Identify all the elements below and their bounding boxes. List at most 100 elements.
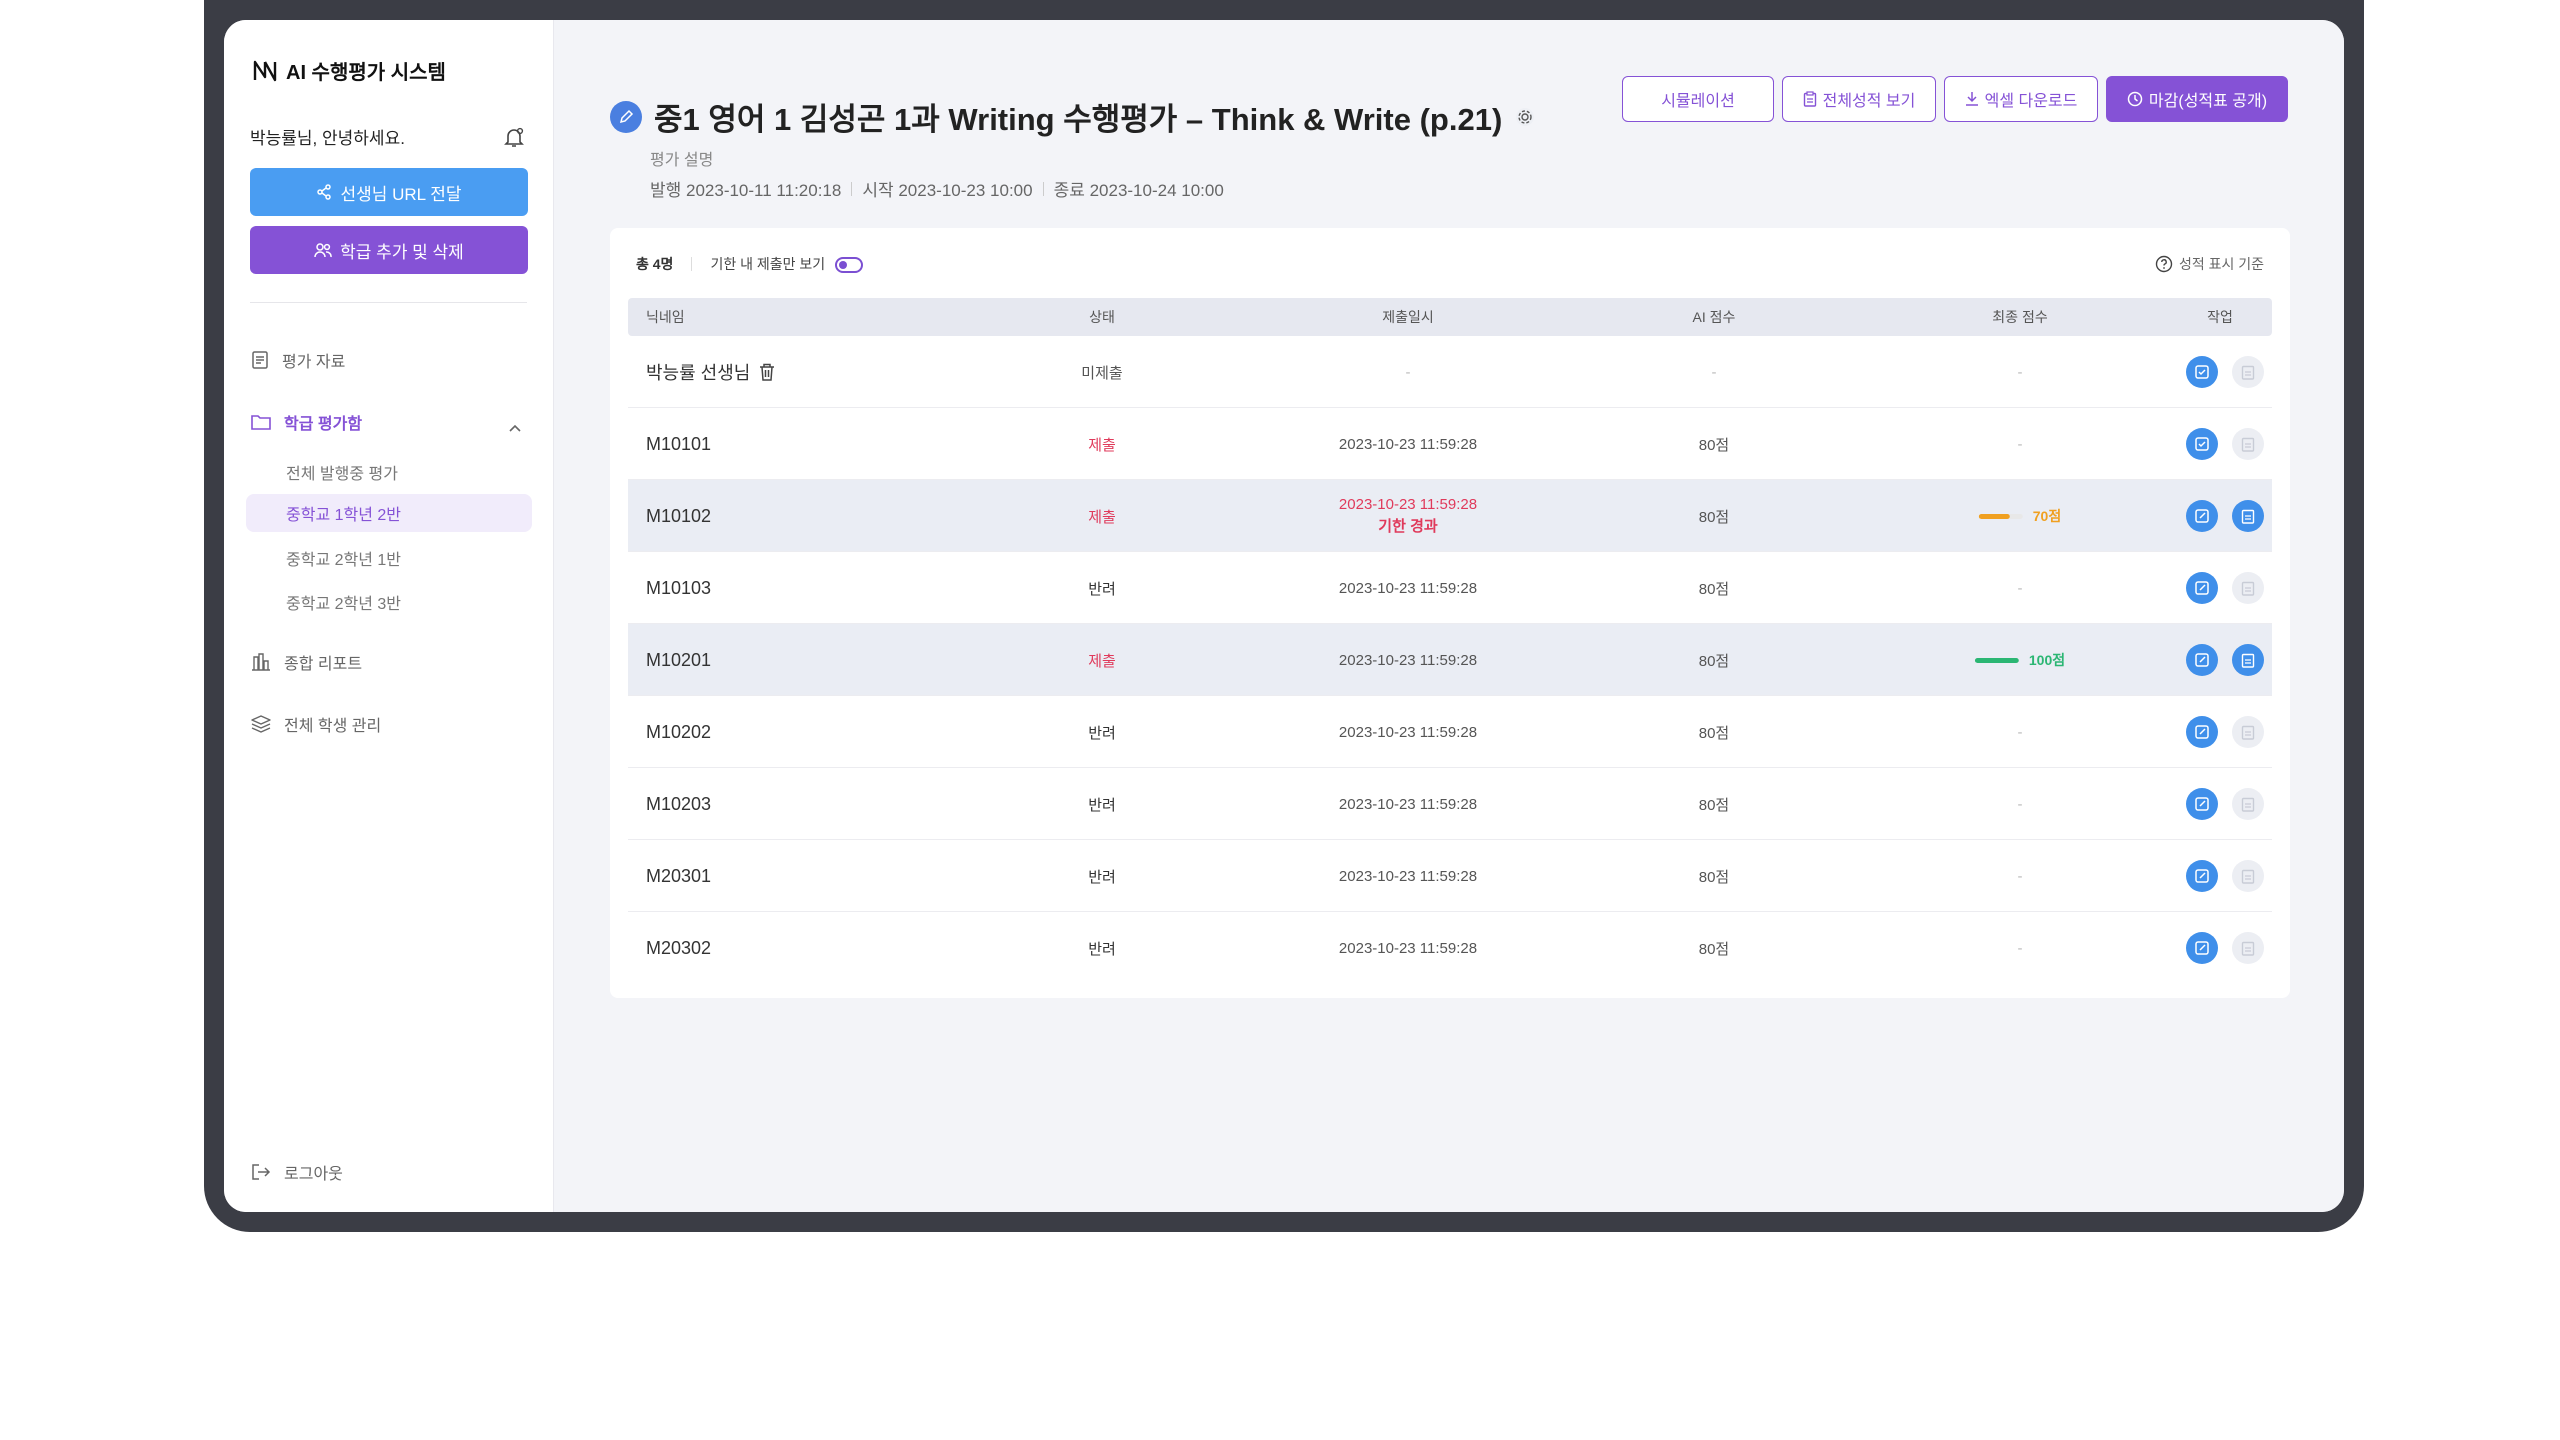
sub-item-class-2-3[interactable]: 중학교 2학년 3반: [286, 590, 401, 614]
published-date: 발행 2023-10-11 11:20:18: [650, 181, 842, 200]
edit-icon: [2195, 797, 2209, 811]
final-score-cell: 70점: [1978, 480, 2061, 552]
report-button[interactable]: [2232, 932, 2264, 964]
edit-button[interactable]: [2186, 644, 2218, 676]
final-score: -: [2017, 723, 2023, 741]
nickname: M10103: [646, 577, 712, 598]
brand[interactable]: AI 수행평가 시스템: [252, 56, 446, 85]
late-badge: 기한 경과: [1378, 518, 1438, 535]
assessment-description: 평가 설명: [650, 152, 714, 169]
title-row: 중1 영어 1 김성곤 1과 Writing 수행평가 – Think & Wr…: [610, 94, 1536, 139]
submit-date: -: [1405, 363, 1411, 381]
logo-icon: [253, 60, 277, 81]
score-bar: [1974, 657, 2019, 663]
score-criteria[interactable]: 성적 표시 기준: [2155, 254, 2264, 274]
clipboard-icon: [2241, 509, 2255, 524]
final-score: 100점: [2028, 652, 2066, 668]
device-frame: AI 수행평가 시스템 박능률님, 안녕하세요. 선생님 URL 전달 학급 추…: [204, 0, 2364, 1232]
ai-score: 80점: [1698, 868, 1730, 886]
nav-students-label: 전체 학생 관리: [284, 718, 382, 735]
report-button[interactable]: [2232, 500, 2264, 532]
status: 반려: [1088, 868, 1116, 886]
score-criteria-label: 성적 표시 기준: [2178, 256, 2264, 272]
report-button[interactable]: [2232, 644, 2264, 676]
end-date: 종료 2023-10-24 10:00: [1053, 181, 1224, 200]
trash-icon[interactable]: [758, 362, 776, 382]
ai-score: 80점: [1698, 940, 1730, 958]
col-status: 상태: [1089, 309, 1115, 325]
meta-separator: [851, 181, 853, 196]
nav-class-box[interactable]: 학급 평가함: [250, 410, 362, 434]
action-cell: [2186, 552, 2264, 624]
sub-item-class-1-2[interactable]: 중학교 1학년 2반: [246, 494, 532, 532]
status: 제출: [1088, 652, 1116, 670]
report-button[interactable]: [2232, 716, 2264, 748]
clipboard-icon: [2241, 725, 2255, 740]
edit-button[interactable]: [2186, 716, 2218, 748]
all-scores-button[interactable]: 전체성적 보기: [1782, 76, 1936, 122]
table-row: M10103 반려 2023-10-23 11:59:28 80점 -: [628, 552, 2272, 624]
nav-report[interactable]: 종합 리포트: [250, 650, 362, 674]
class-manage-button[interactable]: 학급 추가 및 삭제: [250, 226, 528, 274]
simulation-button[interactable]: 시뮬레이션: [1622, 76, 1774, 122]
gear-icon[interactable]: [1514, 106, 1536, 128]
review-button[interactable]: [2186, 356, 2218, 388]
ai-score: 80점: [1698, 724, 1730, 742]
toolbar-separator: [691, 257, 693, 271]
table-row: M20302 반려 2023-10-23 11:59:28 80점 -: [628, 912, 2272, 984]
edit-icon: [2195, 725, 2209, 739]
report-button[interactable]: [2232, 428, 2264, 460]
submit-date: 2023-10-23 11:59:28: [1338, 435, 1478, 453]
deadline-toggle[interactable]: [835, 257, 864, 274]
submit-date: 2023-10-23 11:59:28: [1338, 651, 1478, 669]
edit-icon: [2195, 869, 2209, 883]
edit-button[interactable]: [2186, 788, 2218, 820]
deadline-filter[interactable]: 기한 내 제출만 보기: [710, 254, 864, 274]
card-toolbar: 총 4명 기한 내 제출만 보기 성적 표시 기준: [636, 254, 2264, 274]
report-button[interactable]: [2232, 788, 2264, 820]
edit-button[interactable]: [2186, 860, 2218, 892]
users-icon: [314, 243, 332, 258]
page-title: 중1 영어 1 김성곤 1과 Writing 수행평가 – Think & Wr…: [654, 102, 1503, 137]
help-circle-icon: [2155, 255, 2173, 273]
greeting-row: 박능률님, 안녕하세요.: [250, 124, 525, 149]
teacher-url-button[interactable]: 선생님 URL 전달: [250, 168, 528, 216]
action-cell: [2186, 408, 2264, 480]
start-date: 시작 2023-10-23 10:00: [862, 181, 1033, 200]
edit-button[interactable]: [2186, 500, 2218, 532]
action-cell: [2186, 336, 2264, 408]
nav-materials[interactable]: 평가 자료: [250, 348, 345, 372]
bell-icon[interactable]: [503, 126, 525, 148]
sub-item-class-2-1[interactable]: 중학교 2학년 1반: [286, 546, 401, 570]
submit-date: 2023-10-23 11:59:28: [1338, 867, 1478, 885]
table-row: M20301 반려 2023-10-23 11:59:28 80점 -: [628, 840, 2272, 912]
report-button[interactable]: [2232, 572, 2264, 604]
nickname: M10202: [646, 721, 712, 742]
excel-download-button[interactable]: 엑셀 다운로드: [1944, 76, 2098, 122]
teacher-url-label: 선생님 URL 전달: [340, 184, 462, 204]
edit-icon: [2195, 581, 2209, 595]
table-row: 박능률 선생님 미제출 - - -: [628, 336, 2272, 408]
close-publish-label: 마감(성적표 공개): [2148, 93, 2268, 110]
edit-button[interactable]: [2186, 572, 2218, 604]
submit-date: 2023-10-23 11:59:28: [1338, 939, 1478, 957]
review-button[interactable]: [2186, 428, 2218, 460]
chevron-up-icon[interactable]: [507, 420, 523, 436]
nav-students[interactable]: 전체 학생 관리: [250, 712, 381, 736]
sub-item-all[interactable]: 전체 발행중 평가: [286, 460, 398, 484]
clipboard-icon: [2241, 869, 2255, 884]
nickname: M20302: [646, 937, 712, 958]
clipboard-icon: [2241, 581, 2255, 596]
ai-score: 80점: [1698, 436, 1730, 454]
brand-name: AI 수행평가 시스템: [286, 62, 446, 84]
logout-button[interactable]: 로그아웃: [250, 1160, 343, 1184]
close-publish-button[interactable]: 마감(성적표 공개): [2106, 76, 2288, 122]
edit-icon: [2195, 653, 2209, 667]
report-button[interactable]: [2232, 860, 2264, 892]
edit-button[interactable]: [2186, 932, 2218, 964]
action-cell: [2186, 912, 2264, 984]
final-score: -: [2017, 579, 2023, 597]
clipboard-icon: [2241, 365, 2255, 380]
report-button[interactable]: [2232, 356, 2264, 388]
col-nick: 닉네임: [646, 309, 685, 325]
